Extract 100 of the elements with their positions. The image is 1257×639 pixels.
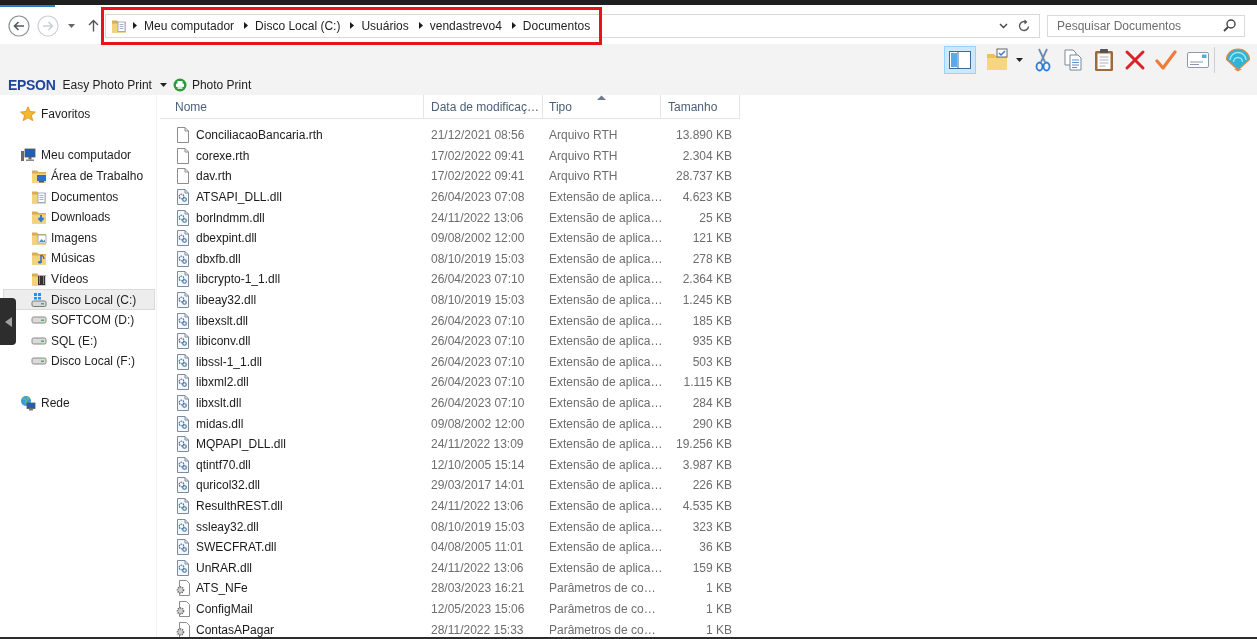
file-name[interactable]: libxslt.dll	[196, 396, 242, 410]
sidebar-item[interactable]: Vídeos	[17, 268, 155, 290]
column-header[interactable]: Data de modificaç…	[424, 95, 543, 118]
modified-date: 04/08/2005 11:01	[431, 540, 524, 555]
triangle-right-icon[interactable]	[350, 22, 355, 29]
photo-print-button[interactable]: Photo Print	[172, 76, 252, 94]
file-name[interactable]: borlndmm.dll	[196, 210, 265, 225]
file-type: Extensão de aplica…	[549, 251, 663, 266]
file-name[interactable]: ConciliacaoBancaria.rth	[196, 128, 323, 143]
collapse-handle[interactable]	[0, 298, 16, 345]
file-name[interactable]: libxml2.dll	[196, 375, 249, 390]
triangle-right-icon[interactable]	[418, 22, 423, 29]
file-name[interactable]: ATS_NFe	[196, 581, 248, 596]
search-icon[interactable]	[1223, 19, 1236, 32]
file-name[interactable]: corexe.rth	[196, 148, 250, 163]
file-name[interactable]: ConfigMail	[196, 601, 253, 616]
file-size: 1.115 KB	[683, 375, 732, 390]
drive-icon	[31, 316, 47, 325]
caret-down-icon	[159, 83, 167, 87]
sidebar-item[interactable]: Área de Trabalho	[17, 165, 155, 187]
modified-date: 26/04/2023 07:08	[431, 190, 525, 205]
card-icon[interactable]	[1187, 51, 1209, 68]
sidebar-item[interactable]: Favoritos	[17, 104, 155, 125]
sidebar-item[interactable]: Downloads	[17, 206, 155, 228]
sidebar-item[interactable]: SOFTCOM (D:)	[17, 309, 155, 331]
system-drive-icon	[31, 291, 47, 308]
triangle-right-icon[interactable]	[244, 22, 249, 29]
brand-logo: EPSON	[8, 78, 56, 92]
triangle-right-icon[interactable]	[133, 22, 137, 29]
sidebar-item[interactable]: Rede	[17, 392, 155, 413]
modified-date: 08/10/2019 15:03	[431, 251, 525, 266]
sidebar-item[interactable]: Disco Local (F:)	[17, 351, 155, 372]
breadcrumb[interactable]: Meu computador	[137, 15, 239, 36]
up-arrow-icon[interactable]	[88, 19, 99, 32]
shell-icon[interactable]	[1225, 47, 1251, 72]
file-type: Extensão de aplica…	[549, 396, 663, 410]
file-name[interactable]: midas.dll	[196, 416, 244, 431]
copy-icon[interactable]	[1064, 48, 1082, 71]
file-name[interactable]: dbexpint.dll	[196, 231, 257, 246]
dropdown-button[interactable]: Easy Photo Print	[62, 76, 167, 94]
file-name[interactable]: ResulthREST.dll	[196, 499, 283, 513]
file-name[interactable]: libssl-1_1.dll	[196, 354, 263, 369]
file-size: 323 KB	[692, 519, 732, 534]
search-field[interactable]: Pesquisar Documentos	[1047, 14, 1245, 37]
file-name[interactable]: MQPAPI_DLL.dll	[196, 437, 286, 452]
checkmark-icon[interactable]	[1155, 48, 1177, 71]
file-name[interactable]: dav.rth	[196, 169, 232, 184]
address-bar[interactable]: Meu computador Disco Local (C:) Usuários vendastrevo4 Documentos	[105, 13, 1040, 38]
caret-down-icon[interactable]	[1016, 57, 1023, 62]
file-name[interactable]: libeay32.dll	[196, 293, 257, 308]
layout-button[interactable]	[944, 45, 976, 74]
chevron-down-icon[interactable]	[999, 22, 1008, 29]
delete-icon[interactable]	[1124, 48, 1146, 71]
network-icon	[20, 394, 36, 411]
sidebar-item[interactable]: Documentos	[17, 186, 155, 207]
triangle-left-icon	[4, 316, 12, 327]
file-name[interactable]: libexslt.dll	[196, 313, 249, 328]
file-name[interactable]: libiconv.dll	[196, 334, 251, 349]
clipboard-icon[interactable]	[1094, 47, 1114, 72]
folder-check-icon[interactable]	[985, 47, 1009, 72]
file-name[interactable]: dbxfb.dll	[196, 251, 241, 266]
file-type: Extensão de aplica…	[549, 190, 663, 205]
file-type: Parâmetros de co…	[549, 601, 656, 616]
breadcrumb[interactable]: Usuários	[354, 15, 413, 36]
triangle-right-icon[interactable]	[511, 22, 516, 29]
file-name[interactable]: ssleay32.dll	[196, 519, 259, 534]
file-size: 935 KB	[692, 334, 732, 349]
sidebar-item[interactable]: SQL (E:)	[17, 330, 155, 352]
column-header[interactable]: Tipo	[543, 95, 661, 118]
breadcrumb[interactable]: Documentos	[515, 15, 595, 36]
modified-date: 17/02/2022 09:41	[431, 169, 525, 184]
sidebar-item[interactable]: Disco Local (C:)	[3, 289, 155, 310]
scissors-icon[interactable]	[1035, 47, 1051, 72]
modified-date: 24/11/2022 13:06	[431, 560, 524, 575]
refresh-icon[interactable]	[1018, 19, 1030, 32]
column-header[interactable]: Nome	[160, 95, 424, 118]
back-icon[interactable]	[8, 14, 30, 37]
sidebar-item[interactable]: Músicas	[17, 248, 155, 269]
breadcrumb[interactable]: vendastrevo4	[422, 15, 506, 36]
file-name[interactable]: UnRAR.dll	[196, 560, 252, 575]
modified-date: 28/03/2023 16:21	[431, 581, 525, 596]
page-icon	[176, 147, 190, 164]
file-name[interactable]: ContasAPagar	[196, 622, 275, 637]
page-cogs-icon	[176, 374, 190, 391]
page-cogs-icon	[176, 271, 190, 288]
page-cogs-icon	[176, 333, 190, 350]
file-name[interactable]: SWECFRAT.dll	[196, 540, 277, 555]
column-header[interactable]: Tamanho	[661, 95, 740, 118]
file-name[interactable]: quricol32.dll	[196, 478, 261, 493]
modified-date: 09/08/2002 12:00	[431, 416, 525, 431]
sidebar-item[interactable]: Meu computador	[17, 145, 155, 166]
file-name[interactable]: ATSAPI_DLL.dll	[196, 190, 282, 205]
sidebar-item[interactable]: Imagens	[17, 227, 155, 249]
page-icon	[176, 168, 190, 185]
modified-date: 28/11/2022 15:33	[431, 622, 524, 637]
file-name[interactable]: libcrypto-1_1.dll	[196, 272, 281, 287]
file-name[interactable]: qtintf70.dll	[196, 457, 251, 472]
breadcrumb[interactable]: Disco Local (C:)	[248, 15, 345, 36]
file-size: 185 KB	[692, 313, 732, 328]
file-type: Arquivo RTH	[549, 148, 618, 163]
